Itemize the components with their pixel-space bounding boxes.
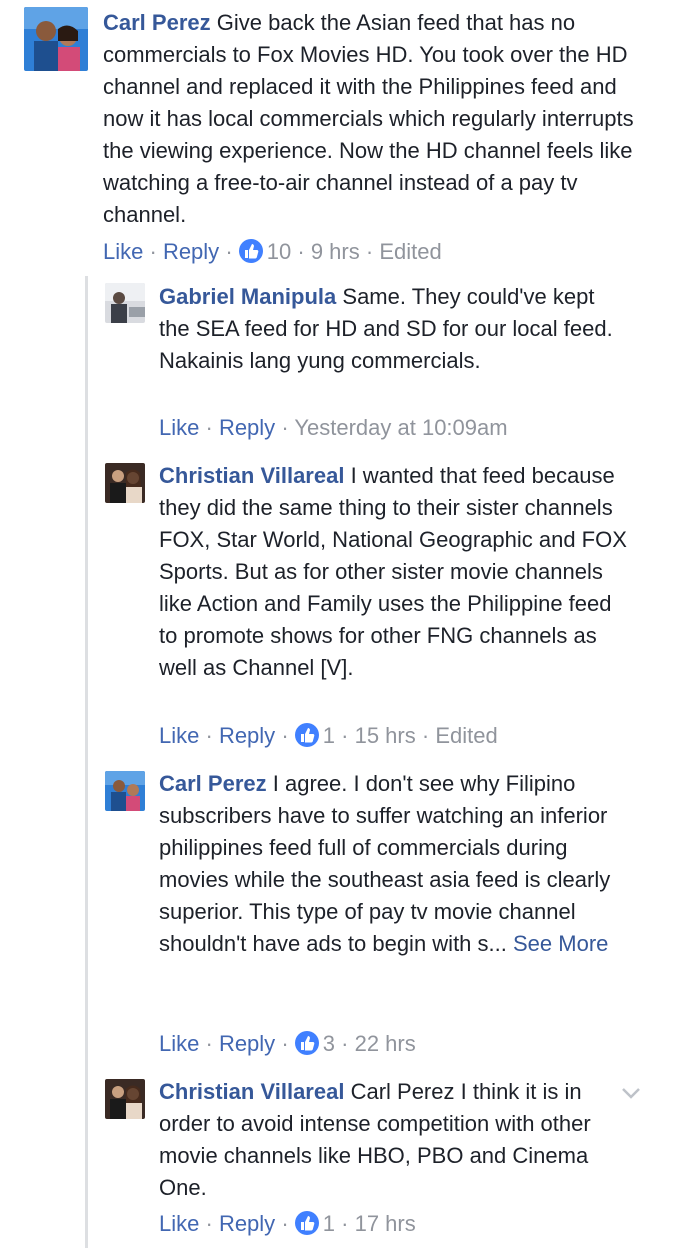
reply-link[interactable]: Reply (219, 415, 275, 440)
like-link[interactable]: Like (159, 415, 199, 440)
comment-actions: Like · Reply · Yesterday at 10:09am (159, 415, 508, 440)
like-thumb-icon[interactable] (238, 239, 263, 263)
comment-author[interactable]: Carl Perez (159, 771, 267, 796)
comment-timestamp[interactable]: 17 hrs (355, 1211, 416, 1236)
comment-author[interactable]: Gabriel Manipula (159, 284, 336, 309)
comment-timestamp[interactable]: 9 hrs (311, 239, 360, 264)
like-thumb-icon[interactable] (294, 723, 319, 747)
like-link[interactable]: Like (159, 1211, 199, 1236)
like-link[interactable]: Like (159, 1031, 199, 1056)
reply-link[interactable]: Reply (219, 1031, 275, 1056)
comment-author[interactable]: Christian Villareal (159, 1079, 344, 1104)
comment-text: I agree. I don't see why Filipino subscr… (159, 771, 611, 956)
comment-timestamp[interactable]: 22 hrs (355, 1031, 416, 1056)
comment-timestamp[interactable]: 15 hrs (355, 723, 416, 748)
reply-link[interactable]: Reply (219, 1211, 275, 1236)
comment-body: Gabriel Manipula Same. They could've kep… (159, 281, 619, 377)
comment-author[interactable]: Carl Perez (103, 10, 211, 35)
comment-actions: Like · Reply · 3 · 22 hrs (159, 1031, 416, 1056)
reaction-count[interactable]: 3 (323, 1031, 335, 1056)
avatar[interactable] (24, 7, 88, 71)
chevron-down-icon[interactable] (618, 1082, 644, 1104)
avatar[interactable] (105, 463, 145, 503)
comment-actions: Like · Reply · 1 · 15 hrs · Edited (159, 723, 498, 748)
avatar[interactable] (105, 283, 145, 323)
comment-text: I wanted that feed because they did the … (159, 463, 627, 680)
comment-body: Christian Villareal Carl Perez I think i… (159, 1076, 621, 1204)
comment-body: Carl Perez Give back the Asian feed that… (103, 7, 663, 231)
comment-text: Give back the Asian feed that has no com… (103, 10, 634, 227)
comment-body: Christian Villareal I wanted that feed b… (159, 460, 629, 684)
reply-thread-line (85, 276, 88, 1248)
reaction-count[interactable]: 1 (323, 1211, 335, 1236)
like-thumb-icon[interactable] (294, 1211, 319, 1235)
like-thumb-icon[interactable] (294, 1031, 319, 1055)
comment-timestamp[interactable]: Yesterday at 10:09am (294, 415, 507, 440)
avatar[interactable] (105, 1079, 145, 1119)
see-more-link[interactable]: See More (513, 931, 608, 956)
edited-label[interactable]: Edited (379, 239, 441, 264)
reaction-count[interactable]: 1 (323, 723, 335, 748)
reaction-count[interactable]: 10 (267, 239, 291, 264)
comment-actions: Like · Reply · 1 · 17 hrs (159, 1211, 416, 1236)
reply-link[interactable]: Reply (163, 239, 219, 264)
like-link[interactable]: Like (103, 239, 143, 264)
reply-link[interactable]: Reply (219, 723, 275, 748)
comment-author[interactable]: Christian Villareal (159, 463, 344, 488)
comment-body: Carl Perez I agree. I don't see why Fili… (159, 768, 629, 960)
avatar[interactable] (105, 771, 145, 811)
comment-actions: Like · Reply · 10 · 9 hrs · Edited (103, 239, 442, 264)
like-link[interactable]: Like (159, 723, 199, 748)
edited-label[interactable]: Edited (435, 723, 497, 748)
